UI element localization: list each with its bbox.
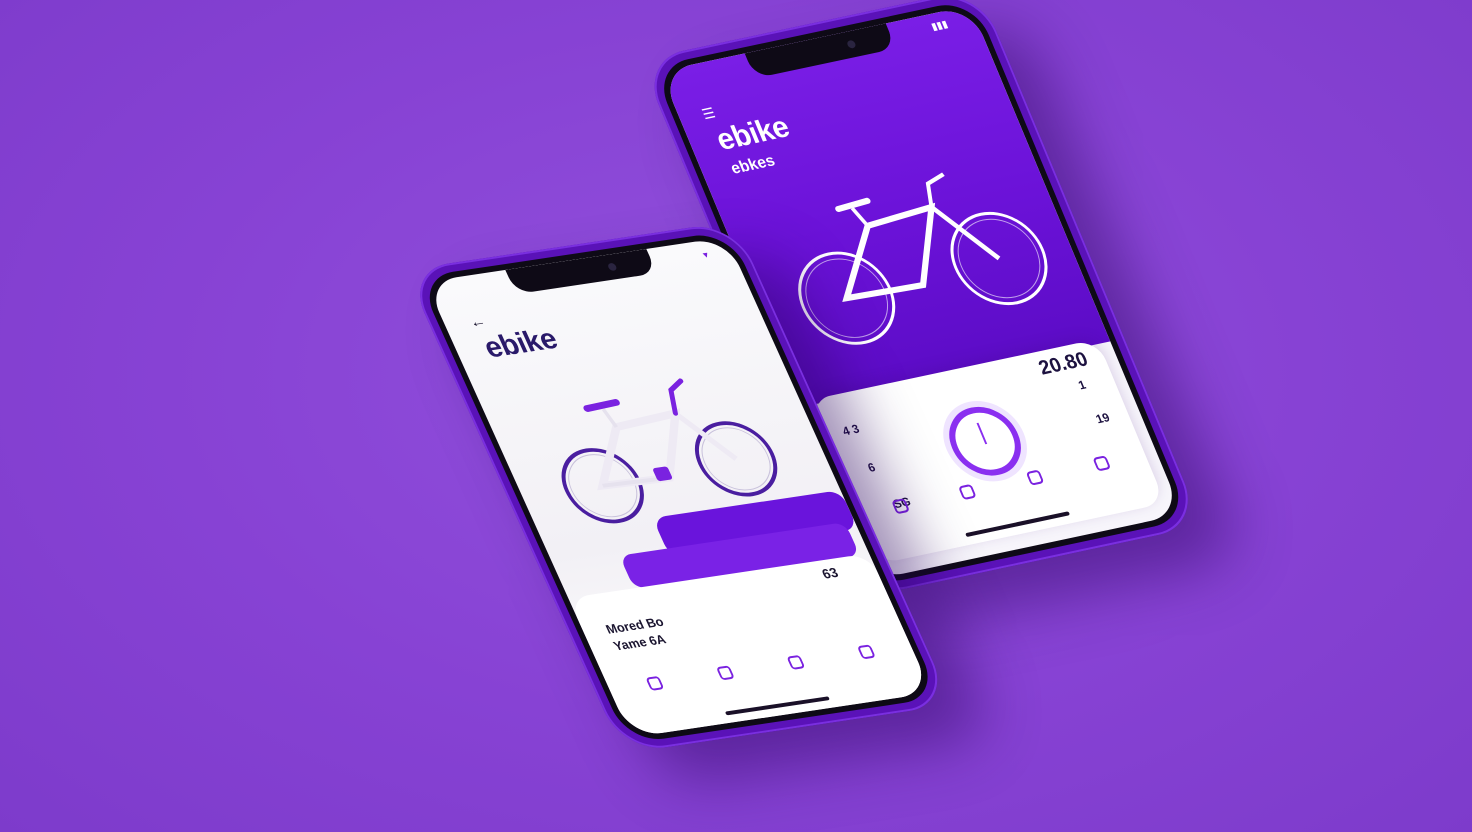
stat-item: 6 <box>866 460 879 477</box>
saddle <box>835 197 871 213</box>
handlebar <box>668 378 684 416</box>
profile-icon <box>856 644 876 660</box>
nav-label <box>1017 487 1064 497</box>
mockup-scene: ▮▮▮ ☰ ebike ebkes 20.80 4 3 6 SG 1 19 ▾ … <box>0 0 1472 832</box>
stat-value: 6 <box>865 460 878 475</box>
fork <box>930 205 1001 261</box>
seat-post <box>850 207 870 227</box>
stat-value: 19 <box>1093 410 1112 427</box>
home-icon <box>644 675 664 691</box>
bike-icon <box>958 483 977 501</box>
stat-item: 4 3 <box>840 422 862 441</box>
ride-icon <box>715 665 735 681</box>
nav-item-bike[interactable] <box>941 480 1004 528</box>
stat-item: 19 <box>1094 410 1113 428</box>
stat-item: 1 <box>1076 378 1089 395</box>
nav-item-ride[interactable] <box>698 663 761 705</box>
nav-label <box>849 662 896 669</box>
nav-label <box>778 673 825 680</box>
stat-label <box>872 475 878 476</box>
brand-title: ebike <box>478 323 563 365</box>
brand-title: ebike <box>711 110 795 157</box>
details-sheet: 63 Mored Bo Yame 6A <box>568 553 932 738</box>
fork <box>673 411 738 461</box>
home-icon <box>891 498 910 515</box>
signal-icon: ▮▮▮ <box>929 19 950 33</box>
nav-item-home[interactable] <box>874 495 937 543</box>
nav-label <box>1085 473 1132 483</box>
saddle <box>583 399 620 412</box>
wallet-icon <box>785 654 805 670</box>
nav-label <box>883 516 930 526</box>
ebike-image <box>798 172 1048 345</box>
nav-label <box>950 501 997 511</box>
profile-icon <box>1092 455 1112 472</box>
map-icon <box>1025 469 1045 486</box>
camera-icon <box>606 262 618 272</box>
nav-item-profile[interactable] <box>1076 452 1139 500</box>
nav-item-profile[interactable] <box>839 642 902 684</box>
stat-value: 4 3 <box>840 421 862 439</box>
stat-label <box>1083 393 1089 394</box>
details-count: 63 <box>819 564 841 582</box>
speed-dial[interactable] <box>938 400 1032 482</box>
signal-icon: ▾ <box>701 249 711 261</box>
price-value: 20.80 <box>1035 348 1092 380</box>
menu-icon[interactable]: ☰ <box>699 104 718 123</box>
nav-label <box>708 683 755 690</box>
camera-icon <box>846 39 857 49</box>
nav-item-home[interactable] <box>628 673 691 715</box>
nav-item-map[interactable] <box>1009 466 1072 514</box>
nav-item-wallet[interactable] <box>769 652 832 694</box>
nav-label <box>637 694 684 701</box>
brand-subtitle: ebkes <box>728 152 778 178</box>
back-arrow-icon[interactable]: ← <box>467 313 490 332</box>
notch <box>505 248 658 295</box>
stat-value: 1 <box>1076 377 1089 393</box>
stat-label <box>1100 426 1113 429</box>
seat-post <box>601 408 619 428</box>
handlebar <box>925 172 945 208</box>
